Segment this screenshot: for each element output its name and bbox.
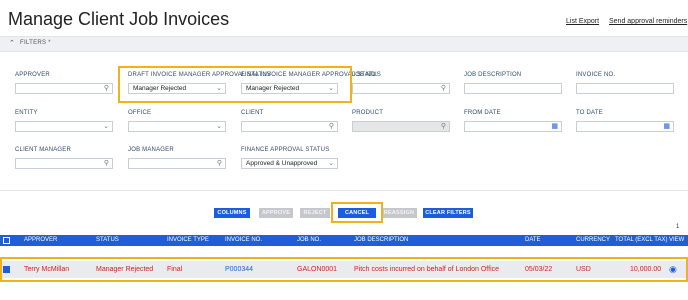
- chevron-down-icon: ⌄: [216, 85, 222, 92]
- column-invoice-type[interactable]: INVOICE TYPE: [167, 237, 209, 243]
- search-icon: ⚲: [440, 85, 446, 92]
- job-description-label: JOB DESCRIPTION: [464, 72, 522, 78]
- draft-status-value: Manager Rejected: [133, 85, 187, 92]
- row-total: 10,000.00: [630, 266, 662, 273]
- job-manager-label: JOB MANAGER: [128, 147, 174, 153]
- chevron-down-icon: ⌄: [328, 160, 334, 167]
- search-icon: ⚲: [103, 85, 109, 92]
- reject-button[interactable]: REJECT: [300, 208, 330, 218]
- client-manager-label: CLIENT MANAGER: [15, 147, 72, 153]
- column-date[interactable]: DATE: [525, 237, 541, 243]
- job-manager-search-input[interactable]: ⚲: [128, 158, 226, 169]
- product-label: PRODUCT: [352, 110, 384, 116]
- chevron-down-icon: ⌄: [103, 123, 109, 130]
- cancel-button[interactable]: CANCEL: [338, 208, 376, 218]
- select-all-checkbox[interactable]: [3, 237, 10, 244]
- row-date: 05/03/22: [525, 266, 553, 273]
- from-date-label: FROM DATE: [464, 110, 501, 116]
- list-export-link[interactable]: List Export: [566, 18, 599, 25]
- page-number[interactable]: 1: [676, 224, 679, 230]
- chevron-down-icon: ⌄: [216, 123, 222, 130]
- column-total[interactable]: TOTAL (EXCL TAX): [615, 237, 667, 243]
- finance-status-label: FINANCE APPROVAL STATUS: [241, 147, 330, 153]
- office-select[interactable]: ⌄: [128, 121, 226, 132]
- columns-button[interactable]: COLUMNS: [214, 208, 250, 218]
- to-date-label: TO DATE: [576, 110, 603, 116]
- office-label: OFFICE: [128, 110, 152, 116]
- column-view: VIEW: [669, 237, 685, 243]
- job-description-input[interactable]: [464, 83, 562, 94]
- reassign-button[interactable]: REASSIGN: [381, 208, 417, 218]
- row-approver: Terry McMillan: [24, 266, 70, 273]
- clear-filters-button[interactable]: CLEAR FILTERS: [423, 208, 473, 218]
- client-label: CLIENT: [241, 110, 264, 116]
- approve-button[interactable]: APPROVE: [259, 208, 293, 218]
- approver-search-input[interactable]: ⚲: [15, 83, 113, 94]
- from-date-input[interactable]: ▦: [464, 121, 562, 132]
- page-title: Manage Client Job Invoices: [8, 9, 230, 29]
- final-status-select[interactable]: Manager Rejected ⌄: [241, 83, 338, 94]
- row-invoice-type: Final: [167, 266, 183, 273]
- to-date-input[interactable]: ▦: [576, 121, 674, 132]
- column-job-description[interactable]: JOB DESCRIPTION: [354, 237, 408, 243]
- chevron-down-icon: ⌄: [328, 85, 334, 92]
- column-invoice-no[interactable]: INVOICE NO.: [225, 237, 262, 243]
- calendar-icon: ▦: [663, 123, 670, 130]
- chevron-up-icon: ⌃: [9, 40, 15, 47]
- table-header: APPROVER STATUS INVOICE TYPE INVOICE NO.…: [0, 235, 688, 246]
- column-approver[interactable]: APPROVER: [24, 237, 57, 243]
- filters-toggle[interactable]: ⌃ FILTERS *: [0, 36, 688, 52]
- job-no-label: JOB NO.: [352, 72, 378, 78]
- invoice-no-input[interactable]: [576, 83, 674, 94]
- client-manager-search-input[interactable]: ⚲: [15, 158, 113, 169]
- row-currency: USD: [576, 266, 591, 273]
- filters-divider: [0, 190, 688, 191]
- entity-label: ENTITY: [15, 110, 38, 116]
- calendar-icon: ▦: [551, 123, 558, 130]
- eye-icon[interactable]: ◉: [669, 264, 677, 275]
- product-search-input: ⚲: [352, 121, 450, 132]
- approver-label: APPROVER: [15, 72, 50, 78]
- finance-status-select[interactable]: Approved & Unapproved ⌄: [241, 158, 338, 169]
- column-currency[interactable]: CURRENCY: [576, 237, 610, 243]
- row-job-no: GALON0001: [297, 266, 338, 273]
- draft-status-select[interactable]: Manager Rejected ⌄: [128, 83, 226, 94]
- final-status-value: Manager Rejected: [246, 85, 300, 92]
- table-row[interactable]: Terry McMillan Manager Rejected Final P0…: [0, 261, 688, 278]
- entity-select[interactable]: ⌄: [15, 121, 113, 132]
- column-job-no[interactable]: JOB NO.: [297, 237, 321, 243]
- row-invoice-no-link[interactable]: P000344: [225, 266, 253, 273]
- row-job-description: Pitch costs incurred on behalf of London…: [354, 266, 500, 273]
- client-search-input[interactable]: ⚲: [241, 121, 338, 132]
- invoice-no-label: INVOICE NO.: [576, 72, 616, 78]
- search-icon: ⚲: [103, 160, 109, 167]
- column-status[interactable]: STATUS: [96, 237, 119, 243]
- row-checkbox[interactable]: [3, 266, 10, 273]
- search-icon: ⚲: [440, 123, 446, 130]
- row-status: Manager Rejected: [96, 266, 154, 273]
- search-icon: ⚲: [216, 160, 222, 167]
- search-icon: ⚲: [328, 123, 334, 130]
- filters-toggle-label: FILTERS *: [20, 40, 51, 46]
- send-approval-reminders-link[interactable]: Send approval reminders: [609, 18, 687, 25]
- finance-status-value: Approved & Unapproved: [246, 160, 318, 167]
- job-no-search-input[interactable]: ⚲: [352, 83, 450, 94]
